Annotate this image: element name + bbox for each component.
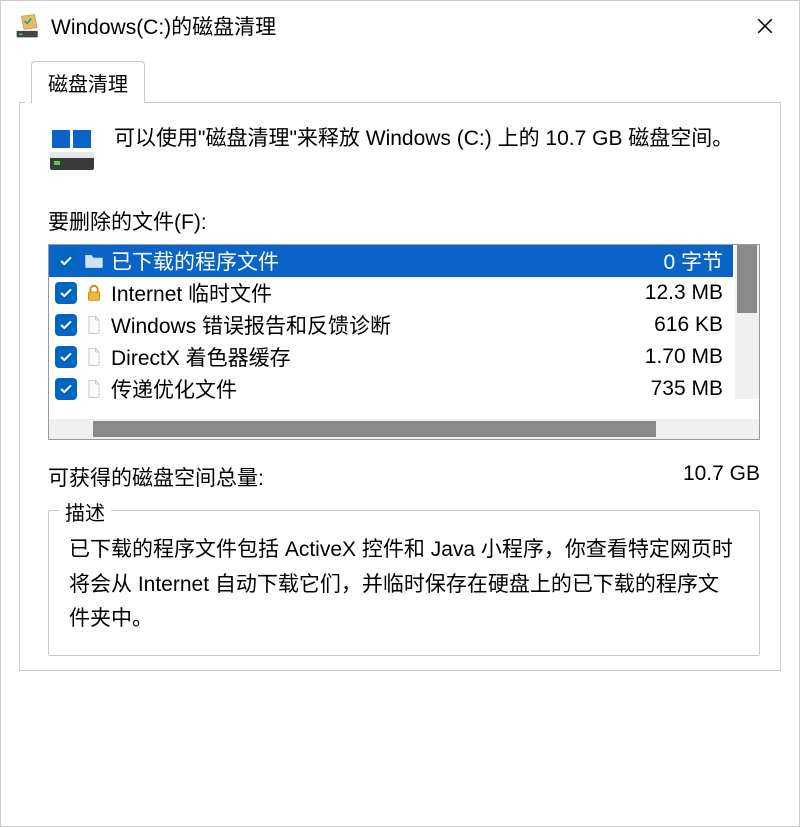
tab-disk-cleanup[interactable]: 磁盘清理 bbox=[31, 61, 145, 103]
drive-icon bbox=[48, 126, 96, 180]
description-group: 描述 已下载的程序文件包括 ActiveX 控件和 Java 小程序，你查看特定… bbox=[48, 510, 760, 656]
item-size: 0 字节 bbox=[651, 246, 723, 276]
app-icon bbox=[15, 13, 41, 39]
item-name: DirectX 着色器缓存 bbox=[111, 342, 633, 372]
checkbox[interactable] bbox=[55, 378, 77, 400]
intro-text: 可以使用"磁盘清理"来释放 Windows (C:) 上的 10.7 GB 磁盘… bbox=[114, 122, 760, 156]
item-size: 735 MB bbox=[639, 377, 723, 401]
checkbox[interactable] bbox=[55, 346, 77, 368]
disk-cleanup-window: Windows(C:)的磁盘清理 磁盘清理 bbox=[0, 0, 800, 827]
list-item[interactable]: 已下载的程序文件0 字节 bbox=[49, 245, 733, 277]
item-name: Windows 错误报告和反馈诊断 bbox=[111, 310, 642, 340]
scroll-thumb[interactable] bbox=[737, 245, 757, 313]
window-title: Windows(C:)的磁盘清理 bbox=[51, 11, 735, 41]
list-item[interactable]: Windows 错误报告和反馈诊断616 KB bbox=[49, 309, 733, 341]
horizontal-scrollbar[interactable] bbox=[49, 419, 735, 439]
file-icon bbox=[83, 311, 105, 339]
file-icon bbox=[83, 343, 105, 371]
list-item[interactable]: 传递优化文件735 MB bbox=[49, 373, 733, 405]
item-size: 12.3 MB bbox=[633, 281, 723, 305]
titlebar: Windows(C:)的磁盘清理 bbox=[1, 1, 799, 51]
item-size: 616 KB bbox=[642, 313, 723, 337]
lock-icon bbox=[83, 279, 105, 307]
close-button[interactable] bbox=[735, 4, 795, 48]
total-label: 可获得的磁盘空间总量: bbox=[48, 462, 264, 492]
list-item[interactable]: Internet 临时文件12.3 MB bbox=[49, 277, 733, 309]
files-to-delete-label: 要删除的文件(F): bbox=[48, 206, 760, 236]
total-row: 可获得的磁盘空间总量: 10.7 GB bbox=[48, 462, 760, 492]
vertical-scrollbar[interactable] bbox=[735, 245, 759, 399]
description-title: 描述 bbox=[59, 497, 111, 526]
file-list[interactable]: 已下载的程序文件0 字节Internet 临时文件12.3 MBWindows … bbox=[48, 244, 760, 440]
content-area: 磁盘清理 可以使用"磁盘清理"来释放 Windows (C:) 上的 10.7 … bbox=[1, 51, 799, 826]
checkbox[interactable] bbox=[55, 314, 77, 336]
file-icon bbox=[83, 375, 105, 403]
tab-label: 磁盘清理 bbox=[48, 74, 128, 96]
intro-row: 可以使用"磁盘清理"来释放 Windows (C:) 上的 10.7 GB 磁盘… bbox=[48, 116, 760, 180]
folder-icon bbox=[83, 247, 105, 275]
tab-strip: 磁盘清理 bbox=[19, 63, 781, 103]
checkbox[interactable] bbox=[55, 282, 77, 304]
item-size: 1.70 MB bbox=[633, 345, 723, 369]
tab-page: 可以使用"磁盘清理"来释放 Windows (C:) 上的 10.7 GB 磁盘… bbox=[19, 102, 781, 671]
item-name: 传递优化文件 bbox=[111, 374, 639, 404]
item-name: Internet 临时文件 bbox=[111, 278, 633, 308]
scroll-thumb[interactable] bbox=[93, 421, 656, 437]
list-item[interactable]: DirectX 着色器缓存1.70 MB bbox=[49, 341, 733, 373]
description-text: 已下载的程序文件包括 ActiveX 控件和 Java 小程序，你查看特定网页时… bbox=[69, 533, 739, 637]
checkbox[interactable] bbox=[55, 250, 77, 272]
item-name: 已下载的程序文件 bbox=[111, 246, 651, 276]
total-value: 10.7 GB bbox=[683, 462, 760, 492]
